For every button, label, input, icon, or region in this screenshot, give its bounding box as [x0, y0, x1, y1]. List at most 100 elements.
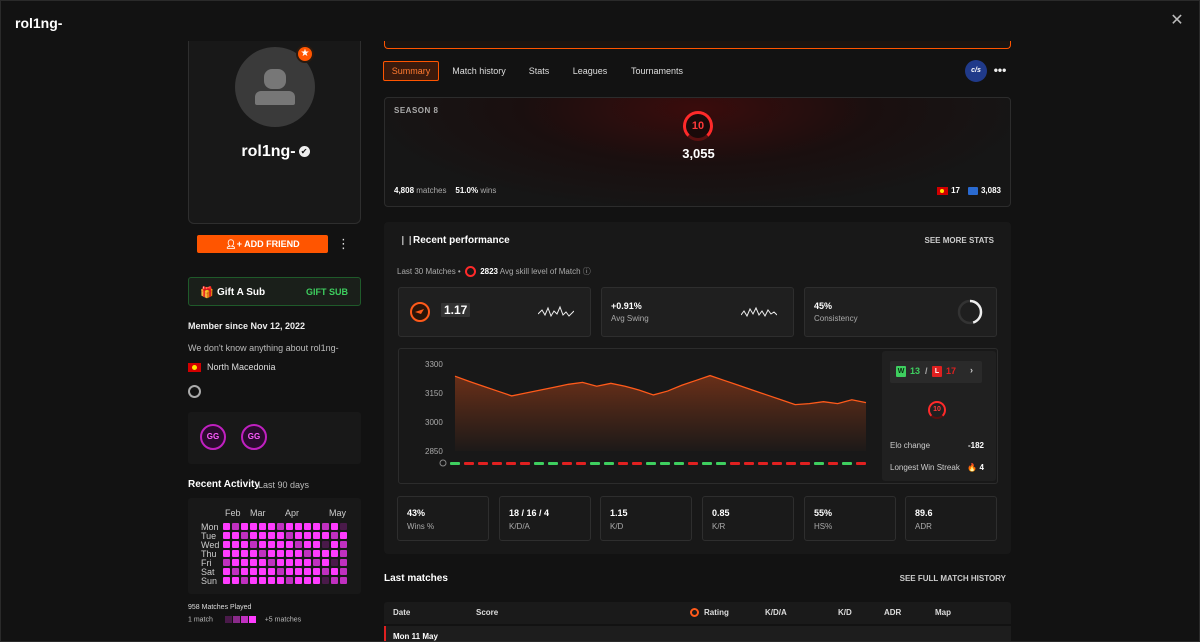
consistency-metric: 45% Consistency — [804, 287, 997, 337]
wl-separator: / — [925, 366, 928, 376]
match-result-marker[interactable] — [450, 462, 460, 465]
avatar-head-icon — [264, 69, 286, 89]
profile-more-icon[interactable]: ⋮ — [337, 235, 350, 253]
heatmap-cell — [304, 532, 311, 539]
match-result-marker[interactable] — [632, 462, 642, 465]
match-result-marker[interactable] — [828, 462, 838, 465]
match-result-marker[interactable] — [464, 462, 474, 465]
steam-icon[interactable] — [188, 385, 201, 398]
match-result-marker[interactable] — [562, 462, 572, 465]
match-result-marker[interactable] — [674, 462, 684, 465]
match-result-marker[interactable] — [814, 462, 824, 465]
heatmap-legend: 1 match +5 matches — [188, 616, 301, 623]
heatmap-cell — [286, 568, 293, 575]
win-loss-summary[interactable]: W 13 / L 17 › — [890, 361, 982, 383]
match-result-marker[interactable] — [660, 462, 670, 465]
tab-summary[interactable]: Summary — [383, 61, 439, 81]
column-header[interactable]: K/D/A — [765, 608, 787, 617]
heatmap-cell — [340, 550, 347, 557]
performance-subtitle: Last 30 Matches • 2823 Avg skill level o… — [397, 266, 591, 278]
match-result-marker[interactable] — [618, 462, 628, 465]
cs-game-logo-icon[interactable]: c/s — [965, 60, 987, 82]
heatmap-cell — [241, 568, 248, 575]
match-result-marker[interactable] — [758, 462, 768, 465]
match-result-marker[interactable] — [716, 462, 726, 465]
table-row[interactable]: Mon 11 May — [384, 626, 1011, 641]
see-more-stats-link[interactable]: SEE MORE STATS — [925, 236, 995, 245]
gg-badge-icon[interactable]: GG — [200, 424, 226, 450]
heatmap-cell — [241, 550, 248, 557]
heatmap-month-label: Feb — [225, 508, 241, 518]
heatmap-month-label: Apr — [285, 508, 300, 518]
stat-value: 0.85 — [712, 508, 730, 518]
heatmap-cell — [232, 568, 239, 575]
tab-leagues[interactable]: Leagues — [568, 61, 612, 81]
match-result-marker[interactable] — [730, 462, 740, 465]
gift-sub-button[interactable]: GIFT SUB — [306, 287, 348, 297]
rating-gauge-icon — [690, 608, 699, 617]
heatmap-cell — [295, 523, 302, 530]
wins-count: 13 — [910, 366, 921, 376]
avg-swing-label: Avg Swing — [611, 314, 649, 323]
column-header[interactable]: Date — [393, 608, 410, 617]
win-tag: W — [896, 366, 906, 377]
badges-box: GG GG — [188, 412, 361, 464]
match-result-marker[interactable] — [506, 462, 516, 465]
stat-value: 43% — [407, 508, 426, 518]
add-friend-button[interactable]: 👤︎+ ADD FRIEND — [197, 235, 328, 253]
match-result-marker[interactable] — [842, 462, 852, 465]
heatmap-cell — [340, 523, 347, 530]
match-result-marker[interactable] — [478, 462, 488, 465]
heatmap-cell — [295, 550, 302, 557]
elo-change-row: Elo change -182 — [890, 441, 984, 450]
match-result-marker[interactable] — [646, 462, 656, 465]
heatmap-cell — [277, 568, 284, 575]
stat-card-kd: 1.15 K/D — [600, 496, 692, 541]
season-elo: 3,055 — [682, 146, 715, 161]
match-result-marker[interactable] — [492, 462, 502, 465]
bar-chart-icon: ❙❙ — [399, 235, 415, 245]
match-result-marker[interactable] — [548, 462, 558, 465]
tab-stats[interactable]: Stats — [521, 61, 557, 81]
heatmap-cell — [313, 568, 320, 575]
match-result-marker[interactable] — [590, 462, 600, 465]
heatmap-cell — [286, 559, 293, 566]
close-icon[interactable]: ✕ — [1169, 13, 1185, 29]
last-matches-title: Last matches — [384, 573, 448, 584]
match-result-marker[interactable] — [786, 462, 796, 465]
match-result-marker[interactable] — [856, 462, 866, 465]
column-header[interactable]: ADR — [884, 608, 901, 617]
heatmap-cell — [250, 568, 257, 575]
stat-label: K/D/A — [509, 522, 530, 531]
y-tick-label: 2850 — [425, 447, 443, 456]
match-result-marker[interactable] — [520, 462, 530, 465]
match-result-marker[interactable] — [534, 462, 544, 465]
avg-skill-label: Avg skill level of Match — [499, 267, 581, 276]
column-header[interactable]: K/D — [838, 608, 852, 617]
legend-cell — [224, 616, 232, 623]
more-options-icon[interactable]: ••• — [993, 63, 1007, 79]
gg-badge-icon[interactable]: GG — [241, 424, 267, 450]
gift-icon: 🎁 — [200, 287, 214, 299]
info-icon[interactable]: ⓘ — [583, 267, 591, 276]
match-result-marker[interactable] — [688, 462, 698, 465]
match-result-marker[interactable] — [744, 462, 754, 465]
about-text: We don't know anything about rol1ng- — [188, 343, 339, 353]
match-result-marker[interactable] — [702, 462, 712, 465]
stat-card-wins: 43% Wins % — [397, 496, 489, 541]
match-result-marker[interactable] — [800, 462, 810, 465]
match-result-marker[interactable] — [604, 462, 614, 465]
column-header[interactable]: Map — [935, 608, 951, 617]
avg-skill-value: 2823 — [480, 267, 498, 276]
match-result-marker[interactable] — [772, 462, 782, 465]
tab-tournaments[interactable]: Tournaments — [625, 61, 689, 81]
column-header[interactable]: Rating — [704, 608, 729, 617]
heatmap-cell — [331, 568, 338, 575]
see-full-history-link[interactable]: SEE FULL MATCH HISTORY — [900, 574, 1006, 583]
column-header[interactable]: Score — [476, 608, 498, 617]
stat-card-hs: 55% HS% — [804, 496, 896, 541]
heatmap-cell — [295, 532, 302, 539]
match-result-marker[interactable] — [576, 462, 586, 465]
tab-match-history[interactable]: Match history — [447, 61, 511, 81]
gift-sub-banner[interactable]: 🎁 Gift A Sub GIFT SUB — [188, 277, 361, 306]
